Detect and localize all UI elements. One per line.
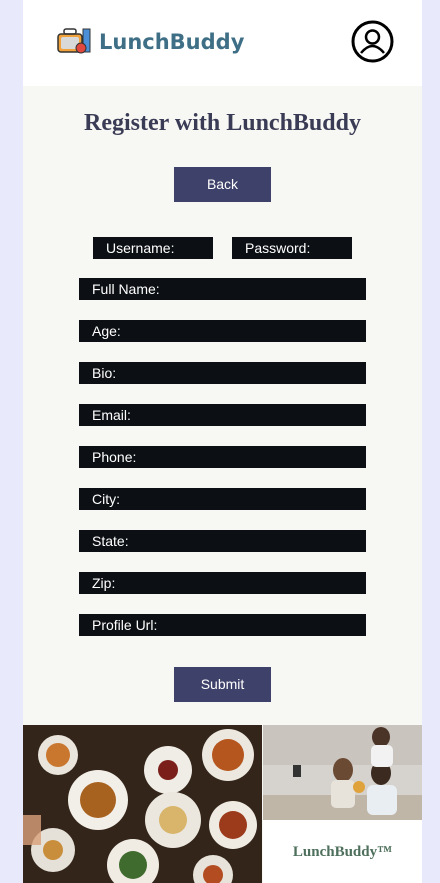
profile-url-field[interactable]: Profile Url:: [79, 614, 366, 636]
state-field[interactable]: State:: [79, 530, 366, 552]
footer-brand-box: LunchBuddy™: [263, 820, 422, 883]
zip-field[interactable]: Zip:: [79, 572, 366, 594]
food-table-photo: [23, 725, 262, 883]
user-profile-icon[interactable]: [351, 20, 394, 63]
bio-field[interactable]: Bio:: [79, 362, 366, 384]
email-field[interactable]: Email:: [79, 404, 366, 426]
password-field[interactable]: Password:: [232, 237, 352, 259]
city-field[interactable]: City:: [79, 488, 366, 510]
footer-brand: LunchBuddy™: [292, 844, 393, 860]
full-name-field[interactable]: Full Name:: [79, 278, 366, 300]
page-container: LunchBuddy Register with LunchBuddy Back…: [23, 0, 422, 883]
username-field[interactable]: Username:: [93, 237, 213, 259]
lunchbox-logo-icon[interactable]: [57, 26, 93, 56]
page-title: Register with LunchBuddy: [84, 110, 361, 136]
back-button[interactable]: Back: [174, 167, 271, 202]
friends-eating-photo: [263, 725, 422, 820]
brand-name[interactable]: LunchBuddy: [99, 30, 244, 54]
phone-field[interactable]: Phone:: [79, 446, 366, 468]
header: LunchBuddy: [23, 0, 422, 86]
age-field[interactable]: Age:: [79, 320, 366, 342]
submit-button[interactable]: Submit: [174, 667, 271, 702]
